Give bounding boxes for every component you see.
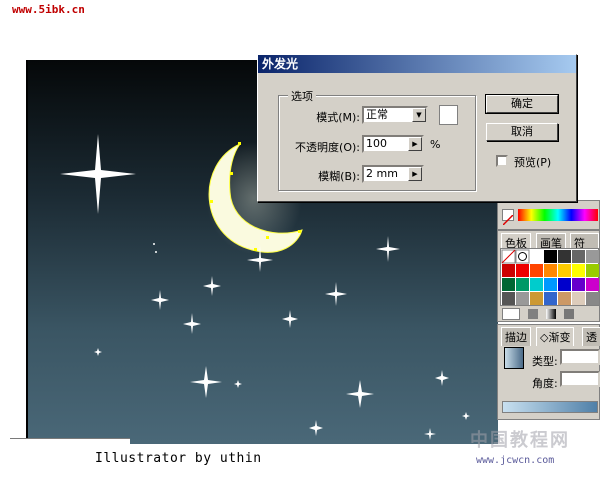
mode-value: 正常 xyxy=(366,108,388,121)
gradient-type-select[interactable] xyxy=(560,349,600,365)
site-url-watermark: www.jcwcn.com xyxy=(476,455,555,466)
options-group-label: 选项 xyxy=(288,88,316,104)
glow-color-swatch[interactable] xyxy=(439,105,458,125)
preview-label: 预览(P) xyxy=(514,156,552,169)
gradient-panel: 描边 ◇渐变 透 类型: 角度: xyxy=(497,324,600,420)
site-watermark: www.5ibk.cn xyxy=(12,3,85,16)
mode-label: 模式(M): xyxy=(316,111,360,124)
large-star xyxy=(60,134,136,214)
blur-label: 模糊(B): xyxy=(318,170,360,183)
dialog-title: 外发光 xyxy=(258,55,576,73)
cancel-button[interactable]: 取消 xyxy=(486,123,558,141)
blur-value: 2 mm xyxy=(366,167,398,180)
opacity-label: 不透明度(O): xyxy=(295,141,360,154)
mode-select[interactable]: 正常 ▼ xyxy=(362,106,428,124)
artwork-caption: Illustrator by uthin xyxy=(95,451,262,466)
gradient-slider-bar[interactable] xyxy=(502,401,598,413)
gradient-angle-input[interactable] xyxy=(560,371,600,387)
blur-input[interactable]: 2 mm ▶ xyxy=(362,165,424,183)
small-stars xyxy=(94,236,470,440)
none-color-icon[interactable] xyxy=(502,209,514,226)
preview-checkbox[interactable] xyxy=(496,155,508,167)
tab-gradient-label: 渐变 xyxy=(548,331,571,344)
opacity-input[interactable]: 100 ▶ xyxy=(362,135,424,153)
swatch-menu-icon[interactable] xyxy=(502,308,520,320)
opacity-unit: % xyxy=(430,138,441,151)
gradient-angle-label: 角度: xyxy=(532,377,558,390)
tab-transparency[interactable]: 透 xyxy=(582,327,600,346)
gradient-type-label: 类型: xyxy=(532,355,558,368)
gradient-preview[interactable] xyxy=(504,347,524,369)
chevron-right-icon[interactable]: ▶ xyxy=(408,167,422,181)
site-logo-watermark: 中国教程网 xyxy=(470,430,570,451)
outer-glow-dialog: 外发光 选项 模式(M): 正常 ▼ 不透明度(O): 100 ▶ % 模糊(B… xyxy=(257,54,577,202)
show-gradient-icon[interactable] xyxy=(546,309,556,319)
show-pattern-icon[interactable] xyxy=(564,309,574,319)
show-color-icon[interactable] xyxy=(528,309,538,319)
chevron-right-icon[interactable]: ▶ xyxy=(408,137,422,151)
chevron-down-icon[interactable]: ▼ xyxy=(412,108,426,122)
opacity-value: 100 xyxy=(366,137,387,150)
color-spectrum-bar[interactable] xyxy=(518,209,598,221)
scroll-strip xyxy=(10,438,130,446)
swatches-panel: 色板 画笔 符号 xyxy=(497,230,600,322)
tab-gradient[interactable]: ◇渐变 xyxy=(536,327,575,346)
ok-button[interactable]: 确定 xyxy=(485,94,559,114)
tab-stroke[interactable]: 描边 xyxy=(501,327,531,346)
artboard-edge xyxy=(26,60,28,444)
color-panel xyxy=(497,200,600,230)
swatch-grid xyxy=(500,248,599,306)
